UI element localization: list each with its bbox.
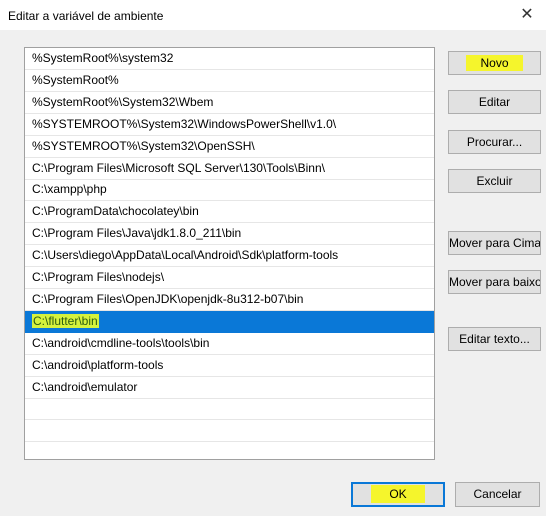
edit-text-button[interactable]: Editar texto...: [448, 327, 541, 351]
path-list-item-selected[interactable]: C:\flutter\bin: [25, 310, 434, 333]
path-list-item[interactable]: %SystemRoot%\System32\Wbem: [25, 92, 434, 114]
path-list-item[interactable]: %SystemRoot%: [25, 70, 434, 92]
edit-environment-variable-dialog: Editar a variável de ambiente ✕ %SystemR…: [0, 0, 546, 516]
move-up-button[interactable]: Mover para Cima: [448, 231, 541, 255]
path-list-item-label: C:\Program Files\OpenJDK\openjdk-8u312-b…: [32, 291, 304, 306]
path-list-item[interactable]: C:\xampp\php: [25, 179, 434, 202]
edit-button[interactable]: Editar: [448, 90, 541, 114]
ok-button[interactable]: OK: [351, 482, 445, 507]
browse-button[interactable]: Procurar...: [448, 130, 541, 154]
path-list-item-label: C:\android\emulator: [32, 379, 138, 394]
close-icon[interactable]: ✕: [516, 4, 538, 26]
path-list-empty-row[interactable]: [25, 420, 434, 443]
path-list-item[interactable]: C:\Users\diego\AppData\Local\Android\Sdk…: [25, 245, 434, 268]
path-list-item-label: C:\android\platform-tools: [32, 357, 164, 372]
new-button-label: Novo: [466, 55, 523, 71]
path-list-item-label: C:\Program Files\Microsoft SQL Server\13…: [32, 160, 325, 175]
path-list-item[interactable]: C:\ProgramData\chocolatey\bin: [25, 201, 434, 224]
new-button[interactable]: Novo: [448, 51, 541, 75]
path-list-item[interactable]: C:\Program Files\Microsoft SQL Server\13…: [25, 158, 434, 180]
path-list-item-label: C:\Program Files\nodejs\: [32, 270, 165, 284]
path-list-item-label: C:\Users\diego\AppData\Local\Android\Sdk…: [32, 248, 339, 263]
ok-button-label: OK: [371, 485, 425, 503]
path-list-empty-row[interactable]: [25, 398, 434, 421]
path-list-empty-row[interactable]: [25, 442, 434, 459]
path-list-item[interactable]: C:\android\cmdline-tools\tools\bin: [25, 333, 434, 355]
path-list-item-label: C:\xampp\php: [32, 182, 107, 197]
move-down-button[interactable]: Mover para baixo: [448, 270, 541, 294]
path-list-item[interactable]: %SYSTEMROOT%\System32\WindowsPowerShell\…: [25, 114, 434, 136]
delete-button[interactable]: Excluir: [448, 169, 541, 193]
path-list-item-label: C:\Program Files\Java\jdk1.8.0_211\bin: [32, 226, 242, 241]
title-bar: Editar a variável de ambiente ✕: [0, 0, 546, 30]
path-list[interactable]: %SystemRoot%\system32 %SystemRoot% %System…: [24, 47, 435, 460]
path-list-item[interactable]: C:\Program Files\Java\jdk1.8.0_211\bin: [25, 223, 434, 246]
path-list-item-label: %SystemRoot%\System32\Wbem: [32, 94, 214, 109]
path-list-item[interactable]: %SystemRoot%\system32: [25, 48, 434, 70]
path-list-item[interactable]: C:\android\emulator: [25, 377, 434, 399]
dialog-title: Editar a variável de ambiente: [8, 9, 164, 23]
path-list-item-label: C:\flutter\bin: [32, 313, 99, 328]
path-list-item-label: %SystemRoot%: [32, 72, 119, 87]
path-list-item-label: C:\android\cmdline-tools\tools\bin: [32, 335, 210, 350]
path-list-item[interactable]: C:\Program Files\nodejs\: [25, 267, 434, 289]
path-list-item-label: C:\ProgramData\chocolatey\bin: [32, 204, 199, 219]
cancel-button[interactable]: Cancelar: [455, 482, 540, 507]
path-list-item-label: %SYSTEMROOT%\System32\OpenSSH\: [32, 138, 255, 153]
path-list-item-label: %SystemRoot%\system32: [32, 51, 174, 65]
path-list-item-label: %SYSTEMROOT%\System32\WindowsPowerShell\…: [32, 116, 337, 131]
path-list-item[interactable]: C:\android\platform-tools: [25, 355, 434, 377]
path-list-item[interactable]: %SYSTEMROOT%\System32\OpenSSH\: [25, 136, 434, 158]
path-list-item[interactable]: C:\Program Files\OpenJDK\openjdk-8u312-b…: [25, 289, 434, 311]
